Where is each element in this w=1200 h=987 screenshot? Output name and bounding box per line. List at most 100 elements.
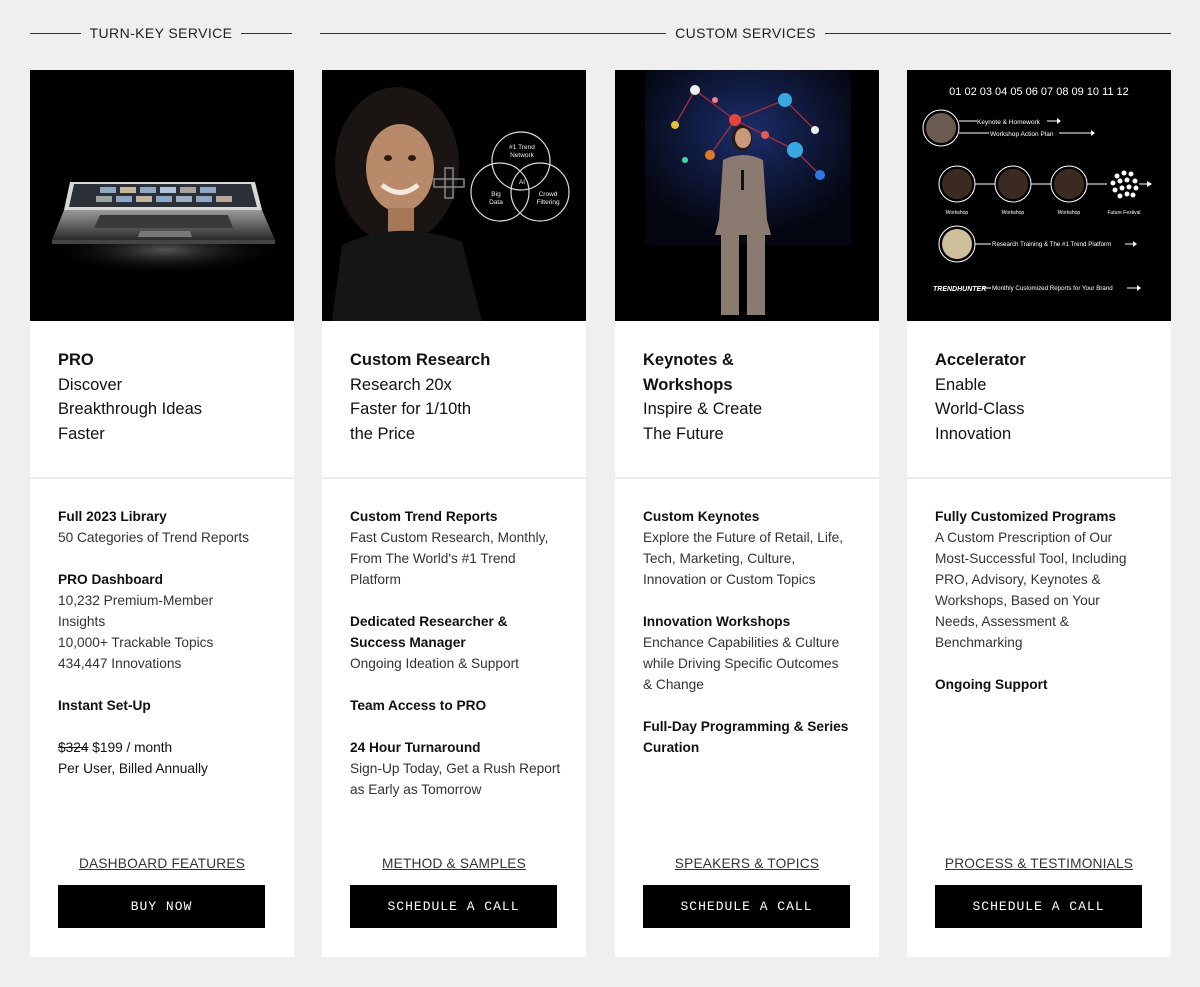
feature-title: Success Manager	[350, 635, 466, 650]
feature-item: Innovation Workshops Enchance Capabiliti…	[643, 611, 861, 695]
card-title-main: Accelerator	[935, 351, 1026, 369]
feature-list: Custom Trend Reports Fast Custom Researc…	[350, 506, 568, 821]
venn-label-center: AI	[519, 179, 525, 186]
laptop-illustration	[45, 182, 285, 275]
timeline-label: Workshop Action Plan	[990, 131, 1054, 138]
feature-list: Full 2023 Library 50 Categories of Trend…	[58, 506, 276, 800]
card-divider	[907, 477, 1171, 479]
card-accelerator: 01 02 03 04 05 06 07 08 09 10 11 12 Keyn…	[907, 70, 1171, 957]
feature-item: Ongoing Support	[935, 674, 1153, 695]
researcher-image: #1 Trend Network Big Data AI Crowd Filte…	[322, 70, 586, 321]
accelerator-timeline-image: 01 02 03 04 05 06 07 08 09 10 11 12 Keyn…	[907, 70, 1171, 321]
method-samples-link[interactable]: METHOD & SAMPLES	[322, 856, 586, 871]
section-label: CUSTOM SERVICES	[675, 25, 816, 41]
dashboard-features-link[interactable]: DASHBOARD FEATURES	[30, 856, 294, 871]
feature-line: 10,232 Premium-Member	[58, 593, 214, 608]
feature-item: PRO Dashboard 10,232 Premium-Member Insi…	[58, 569, 276, 674]
feature-line: while Driving Specific Outcomes	[643, 656, 839, 671]
timeline-label: Monthly Customized Reports for Your Bran…	[992, 285, 1113, 292]
feature-title: 24 Hour Turnaround	[350, 740, 481, 755]
feature-title: Full-Day Programming & Series	[643, 719, 849, 734]
timeline-label: Future Festival	[1107, 210, 1140, 216]
card-subtitle-line: Breakthrough Ideas	[58, 400, 203, 419]
process-testimonials-link[interactable]: PROCESS & TESTIMONIALS	[907, 856, 1171, 871]
trendhunter-logo: TRENDHUNTER	[933, 286, 986, 293]
feature-list: Custom Keynotes Explore the Future of Re…	[643, 506, 861, 779]
card-title: Keynotes & Workshops Inspire & Create Th…	[643, 348, 859, 446]
feature-title: Dedicated Researcher &	[350, 614, 508, 629]
card-divider	[322, 477, 586, 479]
feature-list: Fully Customized Programs A Custom Presc…	[935, 506, 1153, 716]
feature-line: Benchmarking	[935, 635, 1023, 650]
schedule-call-button[interactable]: SCHEDULE A CALL	[350, 885, 557, 928]
old-price: $324	[58, 740, 89, 755]
feature-line: Innovation or Custom Topics	[643, 572, 816, 587]
feature-title: Custom Keynotes	[643, 509, 760, 524]
timeline-label: Keynote & Homework	[977, 119, 1041, 126]
laptop-image	[30, 70, 294, 321]
timeline-label: Workshop	[946, 210, 969, 216]
divider-line	[320, 32, 667, 34]
feature-item: Dedicated Researcher & Success Manager O…	[350, 611, 568, 674]
feature-line: Workshops, Based on Your	[935, 593, 1100, 608]
feature-item: Custom Trend Reports Fast Custom Researc…	[350, 506, 568, 590]
feature-line: PRO, Advisory, Keynotes &	[935, 572, 1101, 587]
month-numbers: 01 02 03 04 05 06 07 08 09 10 11 12	[949, 86, 1129, 98]
card-title-main: Workshops	[643, 375, 733, 394]
venn-label-top: #1 Trend	[509, 144, 535, 151]
feature-title: Fully Customized Programs	[935, 509, 1117, 524]
feature-line: 10,000+ Trackable Topics	[58, 635, 214, 650]
price-line: $324 $199 / month	[58, 737, 276, 758]
feature-item: Team Access to PRO	[350, 695, 568, 716]
feature-title: Instant Set-Up	[58, 698, 151, 713]
card-title: Custom Research Research 20x Faster for …	[350, 348, 566, 446]
card-subtitle-line: The Future	[643, 424, 724, 443]
feature-line: Needs, Assessment &	[935, 614, 1069, 629]
price-block: $324 $199 / month Per User, Billed Annua…	[58, 737, 276, 779]
feature-line: Platform	[350, 572, 401, 587]
speakers-topics-link[interactable]: SPEAKERS & TOPICS	[615, 856, 879, 871]
feature-line: Sign-Up Today, Get a Rush Report	[350, 761, 561, 776]
feature-line: Enchance Capabilities & Culture	[643, 635, 840, 650]
buy-now-button[interactable]: BUY NOW	[58, 885, 265, 928]
speaker-illustration	[645, 70, 851, 315]
card-title-main: Custom Research	[350, 351, 491, 369]
feature-line: Ongoing Ideation & Support	[350, 656, 519, 671]
schedule-call-button[interactable]: SCHEDULE A CALL	[935, 885, 1142, 928]
researcher-illustration: #1 Trend Network Big Data AI Crowd Filte…	[332, 87, 570, 321]
card-subtitle-line: Innovation	[935, 424, 1012, 443]
feature-item: Custom Keynotes Explore the Future of Re…	[643, 506, 861, 590]
timeline-label: Workshop	[1002, 210, 1025, 216]
feature-line: Fast Custom Research, Monthly,	[350, 530, 549, 545]
feature-line: & Change	[643, 677, 704, 692]
divider-line	[241, 32, 292, 34]
venn-label-left: Big	[491, 191, 501, 198]
feature-title: Full 2023 Library	[58, 509, 167, 524]
feature-title: Ongoing Support	[935, 677, 1048, 692]
venn-label-left: Data	[489, 199, 503, 206]
card-subtitle-line: Faster for 1/10th	[350, 400, 472, 419]
new-price: $199 / month	[92, 740, 173, 755]
card-subtitle-line: Faster	[58, 424, 105, 443]
schedule-call-button[interactable]: SCHEDULE A CALL	[643, 885, 850, 928]
venn-label-top: Network	[510, 152, 535, 159]
section-header-custom: CUSTOM SERVICES	[320, 22, 1172, 44]
section-label: TURN-KEY SERVICE	[89, 25, 233, 41]
feature-line: as Early as Tomorrow	[350, 782, 482, 797]
feature-title: Innovation Workshops	[643, 614, 791, 629]
card-subtitle-line: Enable	[935, 375, 987, 394]
price-note: Per User, Billed Annually	[58, 761, 208, 776]
card-divider	[30, 477, 294, 479]
feature-line: From The World's #1 Trend	[350, 551, 516, 566]
feature-item: Instant Set-Up	[58, 695, 276, 716]
feature-item: Full-Day Programming & Series Curation	[643, 716, 861, 758]
feature-line: 434,447 Innovations	[58, 656, 182, 671]
feature-line: A Custom Prescription of Our	[935, 530, 1113, 545]
section-header-turnkey: TURN-KEY SERVICE	[30, 22, 292, 44]
divider-line	[824, 32, 1172, 34]
feature-line: Tech, Marketing, Culture,	[643, 551, 796, 566]
card-subtitle-line: the Price	[350, 424, 416, 443]
card-divider	[615, 477, 879, 479]
card-custom-research: #1 Trend Network Big Data AI Crowd Filte…	[322, 70, 586, 957]
venn-label-right: Filtering	[536, 199, 560, 206]
